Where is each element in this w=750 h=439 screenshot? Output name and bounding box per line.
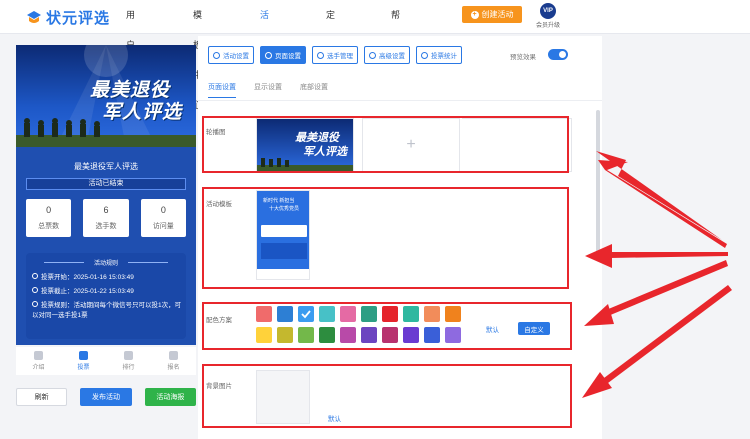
annotation-arrows bbox=[582, 151, 732, 398]
red-arrow-icon bbox=[582, 151, 732, 398]
